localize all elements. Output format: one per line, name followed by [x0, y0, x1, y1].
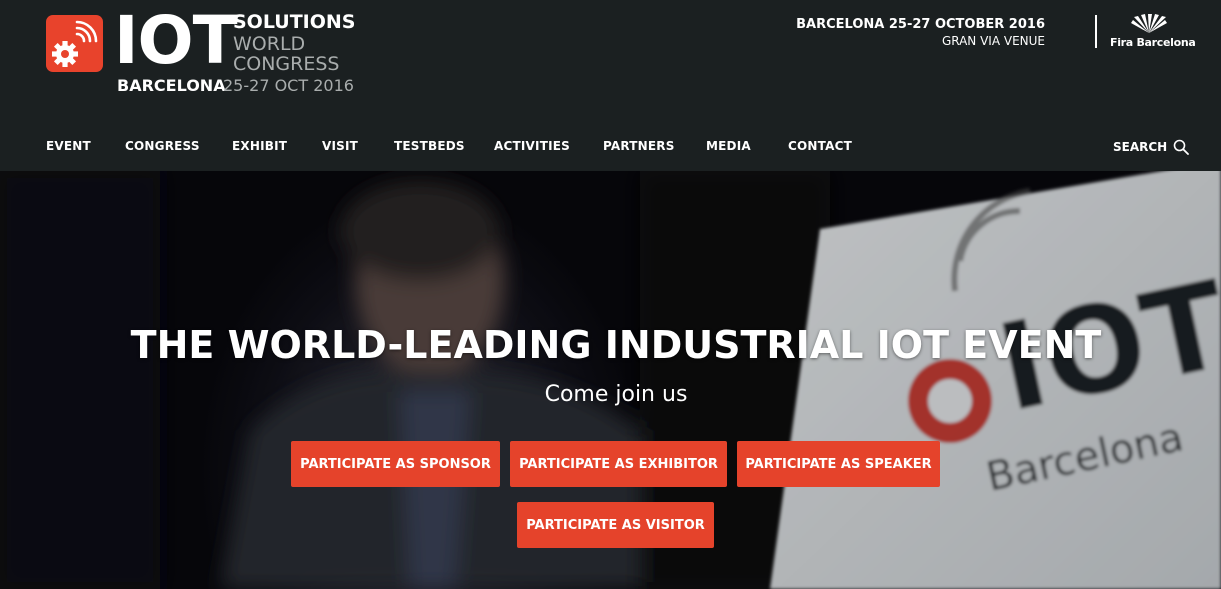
logo-solutions-text: SOLUTIONS — [233, 11, 356, 33]
event-date: BARCELONA 25-27 OCTOBER 2016 — [796, 17, 1045, 32]
participate-exhibitor-button[interactable]: PARTICIPATE AS EXHIBITOR — [510, 441, 727, 487]
logo-dates-text: 25-27 OCT 2016 — [223, 76, 354, 95]
site-header: IOT SOLUTIONS WORLD CONGRESS BARCELONA 2… — [0, 0, 1221, 171]
nav-item-activities[interactable]: ACTIVITIES — [494, 139, 570, 153]
nav-item-contact[interactable]: CONTACT — [788, 139, 852, 153]
main-nav: EVENT CONGRESS EXHIBIT VISIT TESTBEDS AC… — [0, 127, 1221, 167]
hero-title: THE WORLD-LEADING INDUSTRIAL IOT EVENT — [130, 323, 1102, 367]
event-info: BARCELONA 25-27 OCTOBER 2016 GRAN VIA VE… — [796, 16, 1045, 49]
participate-visitor-button[interactable]: PARTICIPATE AS VISITOR — [517, 502, 714, 548]
nav-item-exhibit[interactable]: EXHIBIT — [232, 139, 287, 153]
fira-fan-icon — [1131, 14, 1167, 33]
hero-subtitle: Come join us — [544, 382, 688, 407]
logo-congress-text: CONGRESS — [233, 53, 340, 75]
nav-item-congress[interactable]: CONGRESS — [125, 139, 200, 153]
participate-sponsor-button[interactable]: PARTICIPATE AS SPONSOR — [291, 441, 500, 487]
nav-item-partners[interactable]: PARTNERS — [603, 139, 675, 153]
logo-city-text: BARCELONA — [117, 76, 226, 95]
nav-item-media[interactable]: MEDIA — [706, 139, 751, 153]
search-button[interactable]: SEARCH — [1113, 135, 1190, 159]
fira-label: Fira Barcelona — [1110, 36, 1196, 49]
gear-wifi-icon — [46, 15, 103, 72]
site-logo[interactable]: IOT SOLUTIONS WORLD CONGRESS BARCELONA 2… — [46, 8, 366, 98]
nav-item-event[interactable]: EVENT — [46, 139, 91, 153]
nav-item-visit[interactable]: VISIT — [322, 139, 358, 153]
logo-world-text: WORLD — [233, 33, 306, 55]
header-divider — [1095, 15, 1097, 48]
hero-section: IOT Barcelona THE WORLD-LEADING INDUSTRI… — [0, 171, 1221, 589]
event-venue: GRAN VIA VENUE — [941, 34, 1045, 48]
fira-barcelona-logo[interactable]: Fira Barcelona — [1110, 14, 1196, 50]
search-icon — [1173, 139, 1190, 155]
nav-item-testbeds[interactable]: TESTBEDS — [394, 139, 465, 153]
search-label: SEARCH — [1113, 140, 1168, 154]
logo-iot-text: IOT — [114, 2, 238, 79]
participate-speaker-button[interactable]: PARTICIPATE AS SPEAKER — [737, 441, 940, 487]
